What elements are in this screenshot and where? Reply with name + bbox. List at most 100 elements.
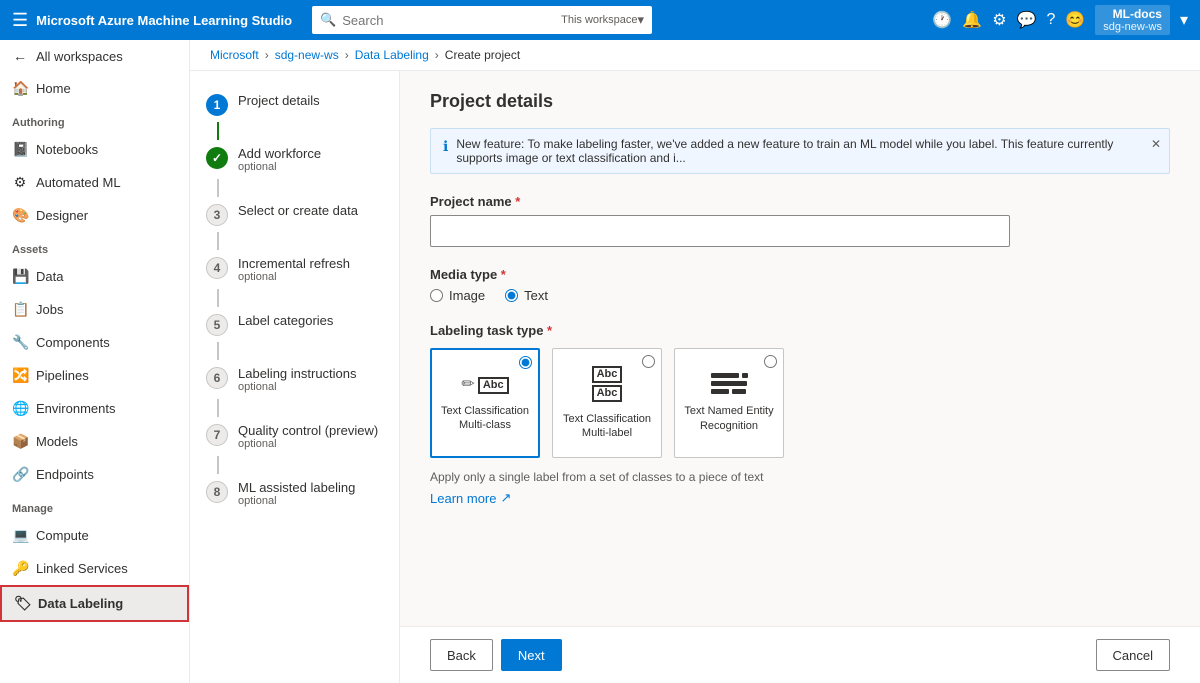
- search-input[interactable]: [342, 13, 561, 28]
- ner-radio[interactable]: [764, 355, 777, 368]
- steps-panel: 1 Project details ✓ Add workforce option…: [190, 71, 400, 683]
- breadcrumb-data-labeling[interactable]: Data Labeling: [355, 48, 429, 62]
- breadcrumb-sep2: ›: [345, 48, 349, 62]
- sidebar-item-data[interactable]: 💾 Data: [0, 260, 189, 293]
- sidebar-item-components[interactable]: 🔧 Components: [0, 326, 189, 359]
- breadcrumb-sep3: ›: [435, 48, 439, 62]
- step-7[interactable]: 7 Quality control (preview) optional: [190, 417, 399, 456]
- models-label: Models: [36, 434, 78, 449]
- step-2-info: Add workforce optional: [238, 146, 321, 173]
- pipelines-icon: 🔀: [12, 367, 28, 384]
- user-name: ML-docs: [1103, 7, 1162, 21]
- notebooks-label: Notebooks: [36, 142, 98, 157]
- connector-5: [217, 342, 219, 360]
- sidebar-item-designer[interactable]: 🎨 Designer: [0, 199, 189, 232]
- step-2[interactable]: ✓ Add workforce optional: [190, 140, 399, 179]
- media-type-image[interactable]: Image: [430, 288, 485, 303]
- breadcrumb-workspace[interactable]: sdg-new-ws: [275, 48, 339, 62]
- step-4-label: Incremental refresh: [238, 256, 350, 271]
- sidebar-item-automated-ml[interactable]: ⚙ Automated ML: [0, 166, 189, 199]
- task-card-ner[interactable]: Text Named Entity Recognition: [674, 348, 784, 458]
- multilabel-label: Text Classification Multi-label: [561, 412, 653, 441]
- history-icon[interactable]: 🕐: [932, 10, 952, 30]
- required-mark3: *: [547, 323, 552, 338]
- expand-icon[interactable]: ▾: [1180, 10, 1188, 30]
- step-2-sub: optional: [238, 161, 321, 173]
- apply-text: Apply only a single label from a set of …: [430, 470, 1170, 484]
- step-3[interactable]: 3 Select or create data: [190, 197, 399, 232]
- step-1-label: Project details: [238, 93, 320, 108]
- text-radio[interactable]: [505, 289, 518, 302]
- back-button[interactable]: Back: [430, 639, 493, 671]
- breadcrumb: Microsoft › sdg-new-ws › Data Labeling ›…: [190, 40, 1200, 71]
- step-1[interactable]: 1 Project details: [190, 87, 399, 122]
- project-name-input[interactable]: [430, 215, 1010, 247]
- step-4-info: Incremental refresh optional: [238, 256, 350, 283]
- step-4-sub: optional: [238, 271, 350, 283]
- required-mark: *: [515, 194, 520, 209]
- learn-more-link[interactable]: Learn more ↗: [430, 490, 511, 506]
- form-title: Project details: [430, 91, 1170, 112]
- all-workspaces-label: All workspaces: [36, 49, 123, 64]
- multiclass-radio[interactable]: [519, 356, 532, 369]
- multilabel-icon: Abc Abc: [592, 366, 623, 402]
- media-type-text[interactable]: Text: [505, 288, 548, 303]
- sidebar-item-environments[interactable]: 🌐 Environments: [0, 392, 189, 425]
- data-label: Data: [36, 269, 63, 284]
- notebooks-icon: 📓: [12, 141, 28, 158]
- multilabel-radio[interactable]: [642, 355, 655, 368]
- connector-7: [217, 456, 219, 474]
- compute-label: Compute: [36, 528, 89, 543]
- multiclass-icon: ✏ Abc: [461, 374, 508, 394]
- manage-section: Manage: [0, 491, 189, 519]
- workspace-label: This workspace: [561, 14, 637, 26]
- settings-icon[interactable]: ⚙: [992, 10, 1006, 30]
- sidebar-item-all-workspaces[interactable]: ← All workspaces: [0, 40, 189, 72]
- feedback-icon[interactable]: 💬: [1017, 10, 1037, 30]
- face-icon[interactable]: 😊: [1065, 10, 1085, 30]
- hamburger-icon[interactable]: ☰: [12, 10, 28, 31]
- task-card-multiclass[interactable]: ✏ Abc Text Classification Multi-class: [430, 348, 540, 458]
- step-6[interactable]: 6 Labeling instructions optional: [190, 360, 399, 399]
- breadcrumb-microsoft[interactable]: Microsoft: [210, 48, 259, 62]
- sidebar-item-models[interactable]: 📦 Models: [0, 425, 189, 458]
- sidebar-item-pipelines[interactable]: 🔀 Pipelines: [0, 359, 189, 392]
- step-8-info: ML assisted labeling optional: [238, 480, 355, 507]
- banner-text: New feature: To make labeling faster, we…: [456, 137, 1157, 165]
- sidebar-item-linked-services[interactable]: 🔑 Linked Services: [0, 552, 189, 585]
- learn-more-label: Learn more: [430, 491, 496, 506]
- image-radio[interactable]: [430, 289, 443, 302]
- breadcrumb-sep1: ›: [265, 48, 269, 62]
- home-icon: 🏠: [12, 80, 28, 97]
- media-type-label: Media type *: [430, 267, 1170, 282]
- task-card-multilabel[interactable]: Abc Abc Text Classification Multi-label: [552, 348, 662, 458]
- connector-4: [217, 289, 219, 307]
- step-7-circle: 7: [206, 424, 228, 446]
- step-1-info: Project details: [238, 93, 320, 108]
- authoring-section: Authoring: [0, 105, 189, 133]
- notifications-icon[interactable]: 🔔: [962, 10, 982, 30]
- user-badge[interactable]: ML-docs sdg-new-ws: [1095, 5, 1170, 35]
- sidebar-item-jobs[interactable]: 📋 Jobs: [0, 293, 189, 326]
- components-label: Components: [36, 335, 110, 350]
- media-type-radio-group: Image Text: [430, 288, 1170, 303]
- cancel-button[interactable]: Cancel: [1096, 639, 1170, 671]
- step-2-circle: ✓: [206, 147, 228, 169]
- pipelines-label: Pipelines: [36, 368, 89, 383]
- sidebar-item-endpoints[interactable]: 🔗 Endpoints: [0, 458, 189, 491]
- search-box[interactable]: 🔍 This workspace ▾: [312, 6, 652, 34]
- help-icon[interactable]: ?: [1046, 11, 1055, 29]
- image-label: Image: [449, 288, 485, 303]
- text-label: Text: [524, 288, 548, 303]
- step-5[interactable]: 5 Label categories: [190, 307, 399, 342]
- step-7-label: Quality control (preview): [238, 423, 378, 438]
- step-8[interactable]: 8 ML assisted labeling optional: [190, 474, 399, 513]
- sidebar-item-home[interactable]: 🏠 Home: [0, 72, 189, 105]
- step-4[interactable]: 4 Incremental refresh optional: [190, 250, 399, 289]
- banner-close-button[interactable]: ✕: [1151, 137, 1161, 151]
- app-title: Microsoft Azure Machine Learning Studio: [36, 13, 292, 28]
- sidebar-item-compute[interactable]: 💻 Compute: [0, 519, 189, 552]
- next-button[interactable]: Next: [501, 639, 562, 671]
- sidebar-item-data-labeling[interactable]: 🏷 Data Labeling: [0, 585, 189, 622]
- sidebar-item-notebooks[interactable]: 📓 Notebooks: [0, 133, 189, 166]
